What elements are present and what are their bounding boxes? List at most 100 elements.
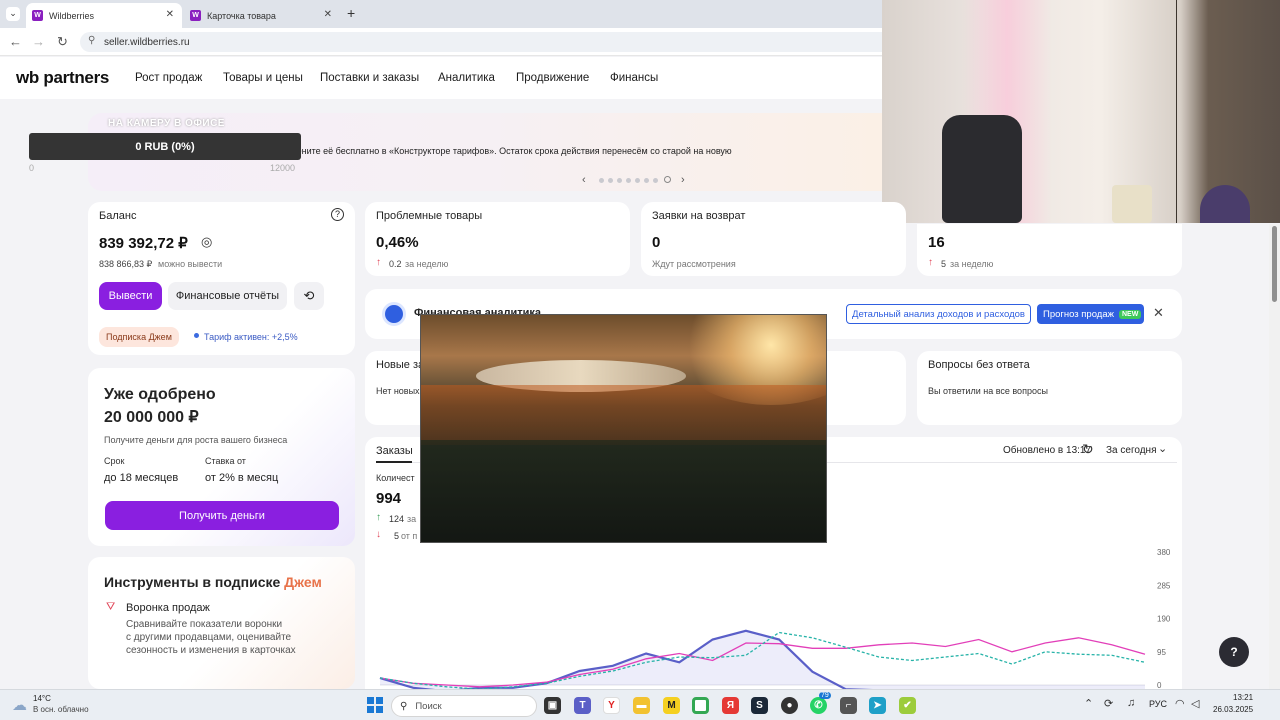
y-tick-label: 285 — [1157, 581, 1171, 590]
help-button[interactable]: ? — [1219, 637, 1249, 667]
close-tab-icon[interactable]: ✕ — [324, 9, 332, 20]
clock-date[interactable]: 26.03.2025 — [1213, 705, 1253, 714]
banner-next-icon[interactable]: › — [681, 174, 685, 186]
tab-wildberries[interactable]: W Wildberries ✕ — [26, 3, 182, 28]
tab-list-icon[interactable]: ⌄ — [6, 7, 20, 21]
weather-temp[interactable]: 14°C — [33, 694, 51, 703]
office-chair — [942, 115, 1022, 223]
nav-supplies-orders[interactable]: Поставки и заказы — [320, 72, 419, 84]
analytics-logo-icon — [382, 302, 406, 326]
video-overlay[interactable] — [420, 314, 827, 543]
banner-prev-icon[interactable]: ‹ — [582, 174, 586, 186]
carousel-dot[interactable] — [644, 178, 649, 183]
funnel-desc-2: с другими продавцами, оценивайте — [126, 632, 292, 643]
get-money-button[interactable]: Получить деньги — [105, 501, 339, 530]
close-icon[interactable]: ✕ — [1153, 305, 1164, 321]
tray-app-icon[interactable]: ⟳ — [1104, 697, 1113, 710]
page-scrollbar[interactable] — [1269, 224, 1280, 689]
tab-label: Карточка товара — [207, 10, 276, 21]
address-bar[interactable]: ⚲ seller.wildberries.ru — [80, 32, 882, 52]
clock-time[interactable]: 13:21 — [1233, 693, 1253, 702]
obs-icon[interactable]: ● — [781, 697, 798, 714]
reload-icon[interactable]: ↻ — [57, 34, 68, 50]
subscription-tag[interactable]: Подписка Джем — [99, 327, 179, 347]
unanswered-questions-card[interactable]: Вопросы без ответа Вы ответили на все во… — [917, 351, 1182, 425]
wifi-icon[interactable]: ◠ — [1175, 697, 1185, 710]
tray-chevron-up-icon[interactable]: ⌃ — [1084, 697, 1093, 710]
withdraw-button[interactable]: Вывести — [99, 282, 162, 310]
scrollbar-thumb[interactable] — [1272, 226, 1277, 302]
loan-term-label: Срок — [104, 456, 125, 466]
loan-term-value: до 18 месяцев — [104, 472, 179, 484]
site-info-icon[interactable]: ⚲ — [88, 35, 95, 46]
loan-rate-label: Ставка от — [205, 456, 246, 466]
forward-arrow-icon[interactable]: → — [32, 34, 45, 49]
tariff-status[interactable]: Тариф активен: +2,5% — [204, 332, 298, 342]
nav-finance[interactable]: Финансы — [610, 72, 658, 84]
detailed-analysis-button[interactable]: Детальный анализ доходов и расходов — [846, 304, 1031, 324]
chrome-icon[interactable] — [692, 697, 709, 714]
carousel-dot[interactable] — [635, 178, 640, 183]
returns-sub: Ждут рассмотрения — [652, 259, 736, 269]
withdrawable-label: можно вывести — [158, 259, 223, 269]
language-indicator[interactable]: РУС — [1149, 699, 1167, 709]
nav-goods-prices[interactable]: Товары и цены — [223, 72, 303, 84]
nav-analytics[interactable]: Аналитика — [438, 72, 495, 84]
back-arrow-icon[interactable]: ← — [9, 34, 22, 49]
returns-value: 0 — [652, 234, 661, 251]
carousel-dot[interactable] — [653, 178, 658, 183]
app-icon[interactable]: ✔ — [899, 697, 916, 714]
weather-cloud-icon[interactable]: ☁ — [12, 696, 27, 714]
nav-promotion[interactable]: Продвижение — [516, 72, 589, 84]
loan-offer-card: Уже одобрено 20 000 000 ₽ Получите деньг… — [88, 368, 355, 546]
windows-start-icon[interactable] — [367, 697, 383, 713]
app-icon[interactable]: ⌐ — [840, 697, 857, 714]
volume-icon[interactable]: ◁ — [1191, 697, 1199, 710]
questions-title: Вопросы без ответа — [928, 359, 1030, 371]
close-tab-icon[interactable]: ✕ — [166, 9, 174, 20]
whatsapp-icon[interactable]: ✆ — [810, 697, 827, 714]
telegram-icon[interactable]: ➤ — [869, 697, 886, 714]
carousel-dot[interactable] — [617, 178, 622, 183]
yandex-icon[interactable]: Я — [722, 697, 739, 714]
app-icon[interactable]: M — [663, 697, 680, 714]
tab-product-card[interactable]: W Карточка товара ✕ — [184, 3, 340, 28]
person-head — [1200, 185, 1250, 223]
carousel-dot[interactable] — [608, 178, 613, 183]
nav-sales-growth[interactable]: Рост продаж — [135, 72, 202, 84]
funnel-desc-1: Сравнивайте показатели воронки — [126, 619, 283, 630]
search-icon: ⚲ — [400, 700, 408, 712]
weather-desc[interactable]: В осн. облачно — [33, 705, 89, 714]
history-icon[interactable]: ⟲ — [294, 282, 324, 310]
hide-balance-eye-icon[interactable]: ◎ — [201, 234, 212, 250]
wb-partners-logo[interactable]: wb partners — [16, 68, 109, 88]
teams-icon[interactable]: T — [574, 697, 591, 714]
new-tab-button[interactable]: + — [347, 5, 355, 21]
wildberries-favicon-icon: W — [32, 10, 43, 21]
problem-goods-card[interactable]: Проблемные товары 0,46% ↑ 0.2 за неделю — [365, 202, 630, 276]
carousel-dot[interactable] — [626, 178, 631, 183]
help-icon[interactable]: ? — [331, 208, 344, 221]
sales-forecast-button[interactable]: Прогноз продаж NEW — [1037, 304, 1144, 324]
tray-mic-icon[interactable]: ♫ — [1127, 697, 1135, 709]
task-view-icon[interactable]: ▣ — [544, 697, 561, 714]
taskbar-search[interactable]: ⚲ Поиск — [391, 695, 537, 717]
funnel-title[interactable]: Воронка продаж — [126, 602, 210, 614]
carousel-dot-active[interactable] — [664, 176, 671, 183]
loan-amount: 20 000 000 ₽ — [104, 409, 199, 426]
banner-text: ать другую, замените её бесплатно в «Кон… — [231, 146, 732, 156]
steam-icon[interactable]: S — [751, 697, 768, 714]
browser-tabbar: ⌄ W Wildberries ✕ W Карточка товара ✕ + — [0, 0, 882, 28]
balance-amount: 839 392,72 ₽ — [99, 235, 188, 252]
windows-taskbar: ☁ 14°C В осн. облачно ⚲ Поиск ▣ T Y ▬ M … — [0, 689, 1280, 720]
returns-card[interactable]: Заявки на возврат 0 Ждут рассмотрения — [641, 202, 906, 276]
yandex-browser-icon[interactable]: Y — [603, 697, 620, 714]
problem-goods-delta: 0.2 — [389, 259, 402, 269]
financial-reports-button[interactable]: Финансовые отчёты — [168, 282, 287, 310]
reviews-card[interactable]: 16 ↑ 5 за неделю — [917, 224, 1182, 276]
top-navigation: wb partners Рост продаж Товары и цены По… — [0, 57, 882, 99]
tools-title: Инструменты в подписке Джем — [104, 574, 322, 590]
carousel-dot[interactable] — [599, 178, 604, 183]
sales-forecast-label: Прогноз продаж — [1043, 308, 1114, 320]
file-explorer-icon[interactable]: ▬ — [633, 697, 650, 714]
